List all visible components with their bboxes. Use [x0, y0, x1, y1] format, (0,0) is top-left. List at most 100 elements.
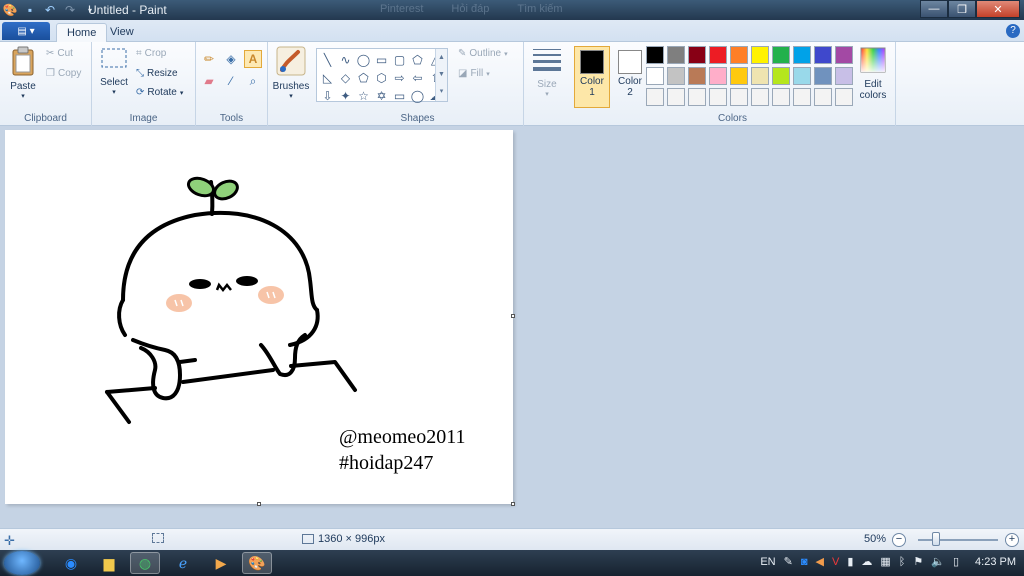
shape-option[interactable]: ✦	[337, 87, 354, 104]
palette-swatch[interactable]	[667, 46, 685, 64]
palette-swatch[interactable]	[646, 67, 664, 85]
zalo-tray-icon[interactable]: ◙	[801, 556, 808, 568]
shape-option[interactable]: ⇦	[409, 69, 426, 86]
shape-option[interactable]: ☆	[355, 87, 372, 104]
select-button[interactable]: Select ▾	[96, 46, 132, 96]
palette-swatch[interactable]	[772, 46, 790, 64]
chrome-icon[interactable]: ◍	[130, 552, 160, 574]
palette-swatch[interactable]	[730, 46, 748, 64]
palette-swatch[interactable]	[772, 67, 790, 85]
copy-button[interactable]: ❐ Copy	[46, 68, 81, 79]
help-icon[interactable]: ?	[1006, 24, 1020, 38]
palette-swatch[interactable]	[688, 46, 706, 64]
zoom-slider-track[interactable]	[918, 539, 998, 541]
palette-swatch[interactable]	[751, 88, 769, 106]
magnifier-icon[interactable]: ⌕	[244, 72, 262, 90]
bluetooth-icon[interactable]: ᛒ	[899, 556, 906, 568]
media-player-icon[interactable]: ▶	[206, 552, 236, 574]
size-button[interactable]: Size ▾	[530, 46, 564, 98]
palette-swatch[interactable]	[751, 67, 769, 85]
shape-option[interactable]: ✡	[373, 87, 390, 104]
maximize-button[interactable]: ❐	[948, 0, 976, 18]
drawing-canvas[interactable]: @meomeo2011 #hoidap247	[5, 130, 515, 506]
shape-option[interactable]: ╲	[319, 51, 336, 68]
palette-swatch[interactable]	[814, 88, 832, 106]
battery-icon[interactable]: ▯	[953, 555, 959, 568]
paste-button[interactable]: Paste ▾	[6, 46, 40, 100]
paint-icon[interactable]: 🎨	[242, 552, 272, 574]
crop-button[interactable]: ⌗ Crop	[136, 48, 166, 59]
resize-handle-corner[interactable]	[511, 502, 515, 506]
palette-swatch[interactable]	[835, 67, 853, 85]
pencil-icon[interactable]: ✏	[200, 50, 218, 68]
shapes-scrollbar[interactable]: ▲ ▼ ▾	[435, 49, 447, 101]
palette-swatch[interactable]	[814, 67, 832, 85]
save-icon[interactable]: ▪	[22, 2, 38, 18]
shape-option[interactable]: ▭	[391, 87, 408, 104]
paint-app-icon[interactable]: 🎨	[2, 2, 18, 18]
start-button[interactable]	[4, 551, 40, 575]
palette-swatch[interactable]	[709, 88, 727, 106]
palette-swatch[interactable]	[688, 67, 706, 85]
palette-swatch[interactable]	[667, 88, 685, 106]
palette-swatch[interactable]	[772, 88, 790, 106]
resize-button[interactable]: ⤡ Resize	[136, 68, 178, 79]
palette-swatch[interactable]	[730, 88, 748, 106]
language-indicator[interactable]: EN	[760, 556, 775, 568]
paint-menu-button[interactable]: ▤ ▾	[2, 22, 50, 40]
zoom-slider-thumb[interactable]	[932, 532, 940, 546]
flag-icon[interactable]: ⚑	[913, 555, 923, 568]
palette-swatch[interactable]	[688, 88, 706, 106]
file-explorer-icon[interactable]: ▆	[94, 552, 124, 574]
palette-swatch[interactable]	[814, 46, 832, 64]
shape-option[interactable]: ◺	[319, 69, 336, 86]
shape-option[interactable]: ◯	[409, 87, 426, 104]
eraser-icon[interactable]: ▰	[200, 72, 218, 90]
ie-icon[interactable]: ℯ	[168, 552, 198, 574]
clock[interactable]: 4:23 PM	[975, 556, 1016, 568]
shape-option[interactable]: ⇩	[319, 87, 336, 104]
shape-option[interactable]: ◯	[355, 51, 372, 68]
cloud-icon[interactable]: ☁	[861, 555, 872, 568]
vivaldi-tray-icon[interactable]: V	[832, 556, 839, 568]
shape-option[interactable]: ∿	[337, 51, 354, 68]
color-picker-icon[interactable]: ⁄	[222, 72, 240, 90]
signal-icon[interactable]: ▮	[847, 555, 853, 568]
color-2-button[interactable]: Color 2	[612, 46, 648, 108]
fill-button[interactable]: ◪ Fill ▾	[458, 68, 490, 79]
palette-swatch[interactable]	[793, 88, 811, 106]
palette-swatch[interactable]	[751, 46, 769, 64]
edit-colors-button[interactable]: Edit colors	[854, 46, 892, 101]
shape-option[interactable]: ◇	[337, 69, 354, 86]
network-icon[interactable]: ▦	[880, 555, 890, 568]
shape-option[interactable]: ▭	[373, 51, 390, 68]
shape-option[interactable]: ⬠	[409, 51, 426, 68]
palette-swatch[interactable]	[793, 67, 811, 85]
brushes-button[interactable]: Brushes ▾	[272, 46, 310, 100]
palette-swatch[interactable]	[709, 46, 727, 64]
shape-option[interactable]: ▢	[391, 51, 408, 68]
volume-tray-icon[interactable]: ◀	[816, 555, 824, 568]
palette-swatch[interactable]	[646, 88, 664, 106]
shape-option[interactable]: ⇨	[391, 69, 408, 86]
palette-swatch[interactable]	[793, 46, 811, 64]
minimize-button[interactable]: —	[920, 0, 948, 18]
cut-button[interactable]: ✂ Cut	[46, 48, 73, 59]
palette-swatch[interactable]	[835, 46, 853, 64]
close-button[interactable]: ✕	[976, 0, 1020, 18]
fill-icon[interactable]: ◈	[222, 50, 240, 68]
redo-icon[interactable]: ↷	[62, 2, 78, 18]
resize-handle-right[interactable]	[511, 314, 515, 318]
zoom-out-button[interactable]: −	[892, 533, 906, 547]
palette-swatch[interactable]	[730, 67, 748, 85]
palette-swatch[interactable]	[646, 46, 664, 64]
zalo-icon[interactable]: ◉	[56, 552, 86, 574]
tab-view[interactable]: View	[100, 23, 144, 43]
shape-option[interactable]: ⬠	[355, 69, 372, 86]
input-method-icon[interactable]: ✎	[784, 555, 793, 568]
outline-button[interactable]: ✎ Outline ▾	[458, 48, 508, 59]
palette-swatch[interactable]	[667, 67, 685, 85]
zoom-in-button[interactable]: +	[1005, 533, 1019, 547]
resize-handle-bottom[interactable]	[257, 502, 261, 506]
palette-swatch[interactable]	[835, 88, 853, 106]
